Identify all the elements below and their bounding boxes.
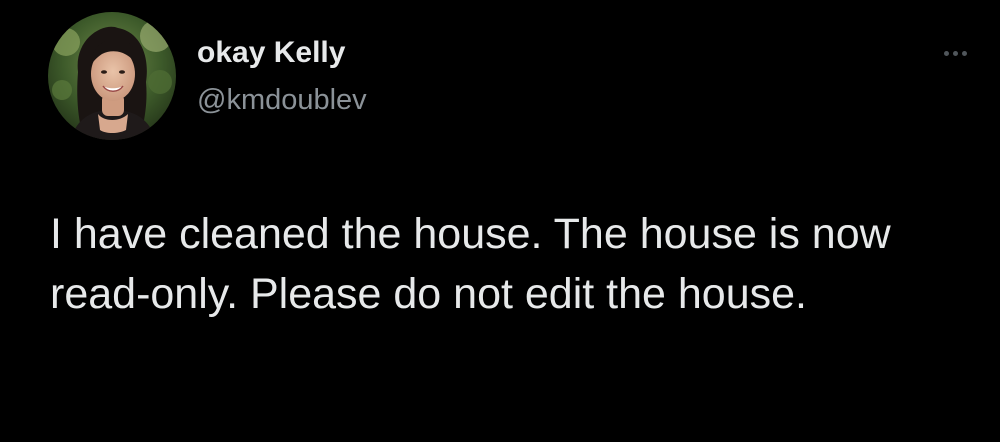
more-horizontal-icon-dot (952, 50, 958, 56)
more-options-button[interactable] (934, 38, 976, 68)
author-display-name[interactable]: okay Kelly (197, 36, 345, 70)
avatar-photo (48, 12, 176, 140)
tweet-text: I have cleaned the house. The house is n… (50, 210, 891, 318)
more-horizontal-icon (943, 50, 949, 56)
more-horizontal-icon-dot (961, 50, 967, 56)
avatar[interactable] (48, 12, 176, 140)
author-handle[interactable]: @kmdoublev (197, 84, 367, 117)
tweet-card[interactable]: okay Kelly @kmdoublev I have cleaned the… (0, 0, 1000, 442)
